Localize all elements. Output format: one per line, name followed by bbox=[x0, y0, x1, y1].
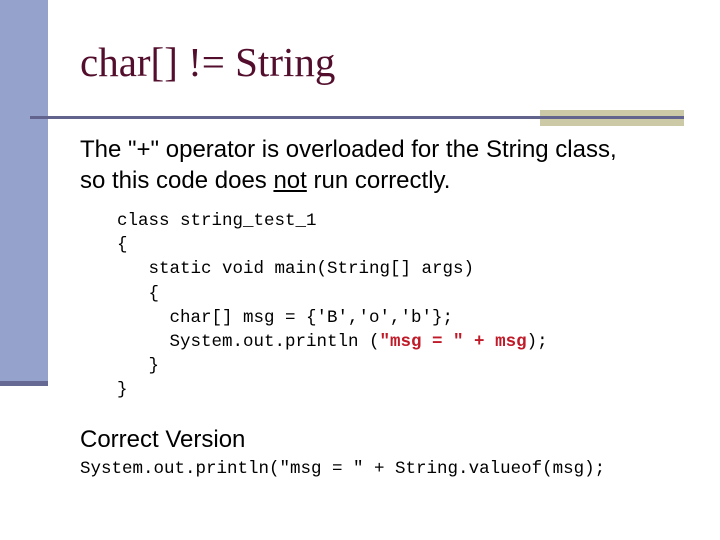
code-block: class string_test_1 { static void main(St… bbox=[117, 209, 548, 403]
correct-version-heading: Correct Version bbox=[80, 426, 246, 453]
code-line: char[] msg = {'B','o','b'}; bbox=[117, 307, 454, 328]
code-println-end: ); bbox=[526, 332, 548, 353]
code-line: { bbox=[117, 283, 160, 304]
body-paragraph: The "+" operator is overloaded for the S… bbox=[80, 134, 617, 196]
title-rule bbox=[30, 116, 684, 119]
code-line: } bbox=[117, 380, 128, 401]
sidebar-decoration bbox=[0, 0, 48, 381]
body-line-2: so this code does not run correctly. bbox=[80, 165, 617, 196]
body-line-2-end: run correctly. bbox=[306, 167, 451, 194]
code-line: class string_test_1 bbox=[117, 211, 317, 231]
correct-version-code: System.out.println("msg = " + String.val… bbox=[80, 459, 606, 479]
body-line-2-start: so this code does bbox=[80, 167, 274, 194]
code-line: { bbox=[117, 235, 128, 256]
code-line-println: System.out.println ("msg = " + msg); bbox=[117, 330, 548, 354]
slide-title: char[] != String bbox=[80, 39, 336, 85]
code-line: static void main(String[] args) bbox=[117, 259, 475, 280]
underlined-word: not bbox=[273, 167, 307, 194]
code-line: } bbox=[117, 356, 160, 377]
code-highlight: "msg = " + msg bbox=[379, 332, 527, 353]
sidebar-band-decoration bbox=[0, 381, 48, 386]
code-println-start: System.out.println ( bbox=[117, 332, 380, 353]
body-line-1: The "+" operator is overloaded for the S… bbox=[80, 136, 617, 163]
